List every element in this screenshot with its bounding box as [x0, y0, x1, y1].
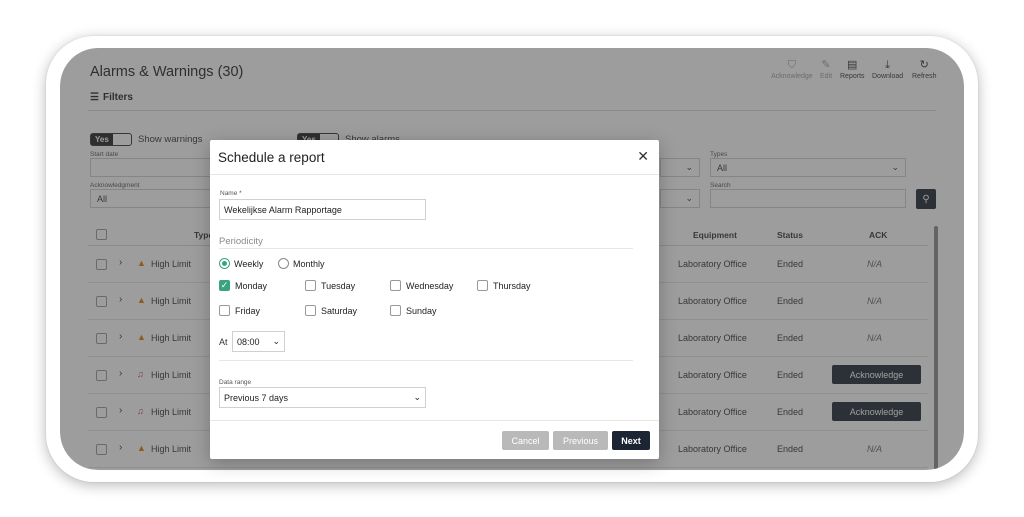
radio-selected [219, 258, 230, 269]
weekly-radio[interactable]: Weekly [219, 258, 263, 269]
periodicity-label: Periodicity [219, 236, 263, 247]
day-label: Wednesday [406, 280, 454, 291]
data-range-label: Data range [219, 379, 252, 386]
day-checkbox [390, 305, 401, 316]
name-label: Name * [220, 190, 242, 197]
dialog-header-divider [210, 174, 659, 175]
day-thursday[interactable]: Thursday [477, 280, 531, 291]
day-checkbox [219, 305, 230, 316]
next-button[interactable]: Next [612, 431, 650, 450]
day-label: Thursday [493, 280, 531, 291]
day-checkbox [477, 280, 488, 291]
time-value: 08:00 [237, 336, 260, 347]
day-checkbox [390, 280, 401, 291]
data-range-value: Previous 7 days [224, 392, 289, 403]
dialog-footer-divider [210, 420, 659, 421]
checkmark-icon: ✓ [219, 280, 230, 291]
previous-button[interactable]: Previous [553, 431, 608, 450]
day-label: Friday [235, 305, 261, 316]
report-name-input[interactable]: Wekelijkse Alarm Rapportage [219, 199, 426, 220]
chevron-down-icon: ⌄ [413, 392, 421, 402]
at-label: At [219, 337, 228, 347]
schedule-report-dialog: Schedule a report ✕ Name * Wekelijkse Al… [210, 140, 659, 459]
time-select[interactable]: 08:00 ⌄ [232, 331, 285, 352]
monthly-label: Monthly [293, 258, 325, 269]
day-label: Tuesday [321, 280, 356, 291]
day-label: Saturday [321, 305, 358, 316]
close-icon[interactable]: ✕ [637, 148, 649, 165]
day-saturday[interactable]: Saturday [305, 305, 357, 316]
report-name-value: Wekelijkse Alarm Rapportage [224, 204, 342, 215]
day-tuesday[interactable]: Tuesday [305, 280, 355, 291]
cancel-button[interactable]: Cancel [502, 431, 549, 450]
weekly-label: Weekly [234, 258, 264, 269]
periodicity-divider [219, 248, 633, 249]
day-friday[interactable]: Friday [219, 305, 260, 316]
monthly-radio[interactable]: Monthly [278, 258, 325, 269]
dialog-title: Schedule a report [218, 150, 325, 165]
radio-unselected [278, 258, 289, 269]
day-monday[interactable]: ✓ Monday [219, 280, 267, 291]
day-checkbox [305, 280, 316, 291]
day-label: Sunday [406, 305, 437, 316]
day-label: Monday [235, 280, 268, 291]
chevron-down-icon: ⌄ [272, 336, 280, 346]
day-wednesday[interactable]: Wednesday [390, 280, 453, 291]
data-range-select[interactable]: Previous 7 days ⌄ [219, 387, 426, 408]
day-sunday[interactable]: Sunday [390, 305, 437, 316]
time-divider [219, 360, 633, 361]
day-checkbox [305, 305, 316, 316]
